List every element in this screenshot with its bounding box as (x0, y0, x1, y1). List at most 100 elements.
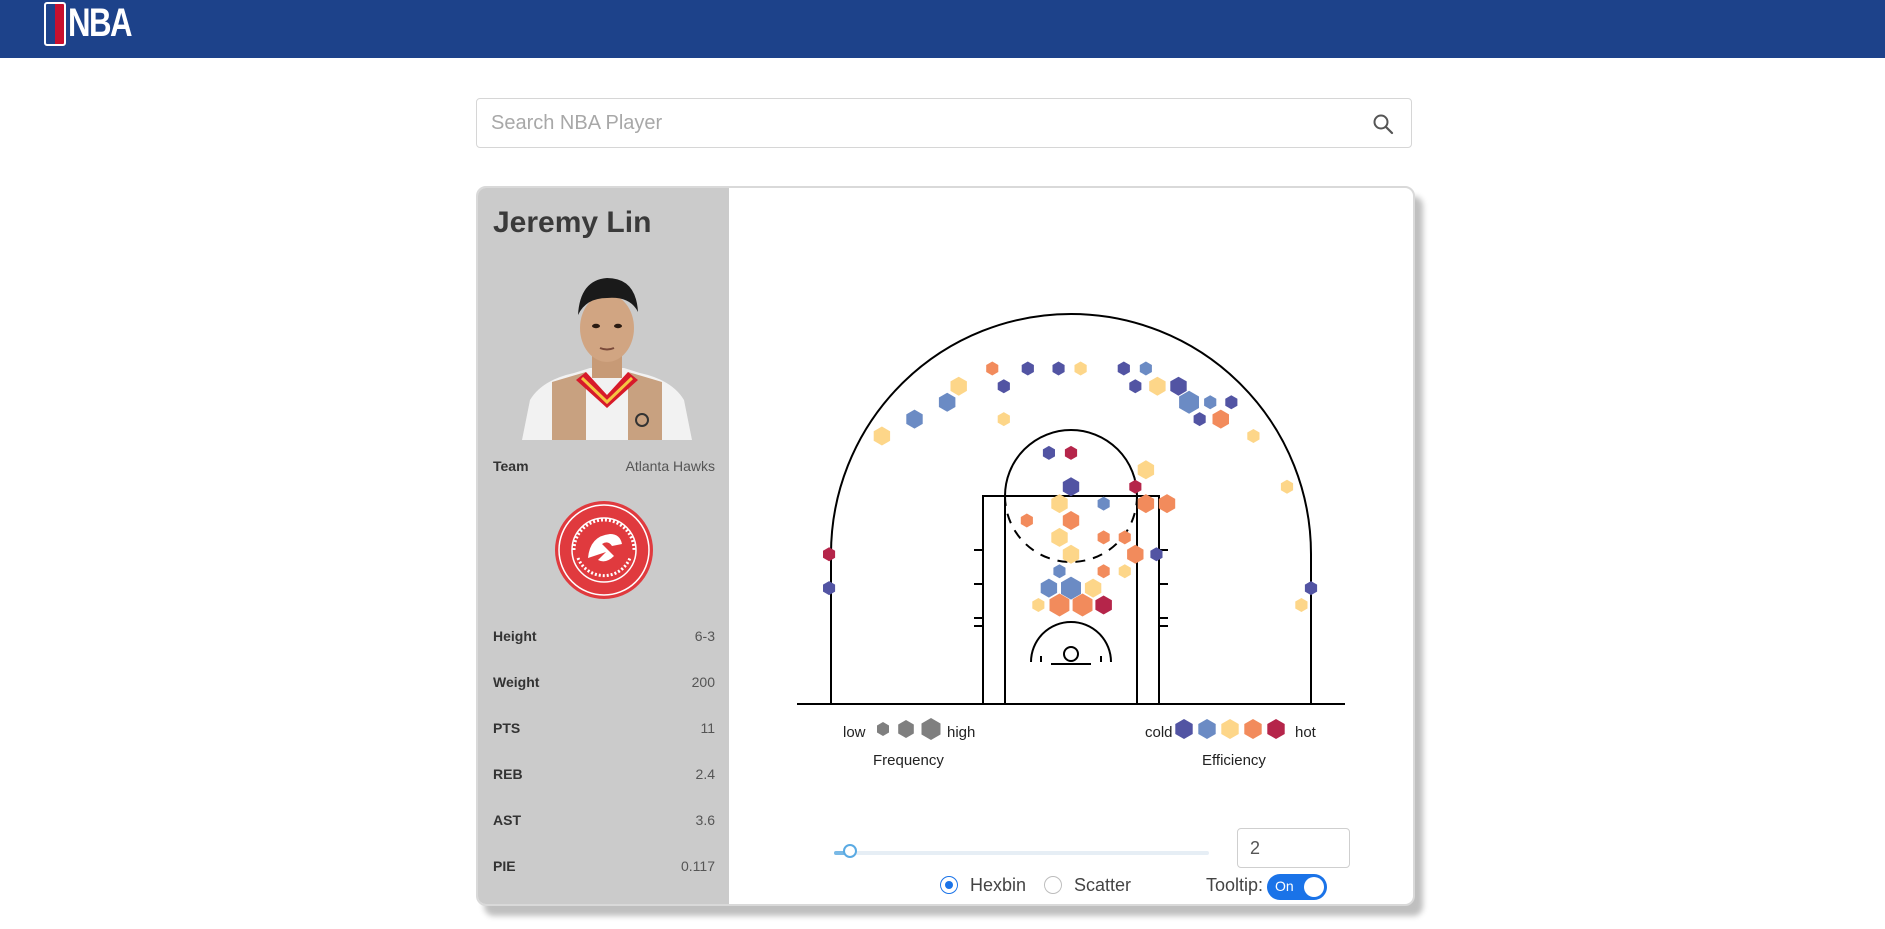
shot-hexbin[interactable] (1304, 581, 1318, 596)
shot-hexbin[interactable] (823, 547, 836, 562)
shot-hexbin[interactable] (1051, 527, 1068, 547)
slider-track[interactable] (834, 851, 1209, 855)
shot-hexbin[interactable] (1127, 544, 1144, 564)
stat-row-ast: AST 3.6 (493, 812, 715, 828)
shot-hexbin[interactable] (1095, 595, 1112, 615)
search-input[interactable] (477, 99, 1385, 147)
team-value[interactable]: Atlanta Hawks (626, 458, 715, 474)
stat-value: 200 (691, 674, 715, 690)
hexbin-layer[interactable] (823, 361, 1318, 617)
freq-large-hex (921, 718, 941, 740)
player-name: Jeremy Lin (493, 206, 652, 239)
shot-hexbin[interactable] (1117, 361, 1130, 376)
shot-hexbin[interactable] (1247, 429, 1260, 443)
restricted-area (1030, 621, 1112, 663)
player-card: Jeremy Lin Team Atlanta Hawks Height 6-3… (476, 186, 1415, 906)
radio-dot[interactable] (1044, 876, 1062, 894)
shot-hexbin[interactable] (1042, 445, 1055, 460)
radio-hexbin-label: Hexbin (970, 875, 1027, 895)
freq-low-label: low (843, 724, 866, 741)
shot-hexbin[interactable] (1053, 564, 1066, 579)
stat-label: Weight (493, 674, 540, 690)
efficiency-legend-hex (1267, 719, 1285, 739)
shot-hexbin[interactable] (1021, 361, 1034, 376)
stat-label: Height (493, 628, 537, 644)
shot-hexbin[interactable] (938, 392, 956, 412)
shot-hexbin[interactable] (1032, 598, 1045, 612)
tooltip-label: Tooltip: (1206, 875, 1264, 895)
shot-hexbin[interactable] (1020, 513, 1033, 528)
shot-hexbin[interactable] (1193, 412, 1206, 427)
efficiency-legend-hex (1221, 719, 1239, 739)
shot-hexbin[interactable] (950, 376, 967, 396)
stat-label: AST (493, 812, 521, 828)
shot-hexbin[interactable] (1137, 460, 1155, 480)
stat-row-height: Height 6-3 (493, 628, 715, 644)
shot-hexbin[interactable] (1074, 361, 1087, 376)
shot-hexbin[interactable] (1129, 379, 1142, 394)
shot-hexbin[interactable] (1052, 361, 1065, 376)
shot-hexbin[interactable] (906, 409, 923, 429)
team-row: Team Atlanta Hawks (493, 458, 715, 474)
shot-chart-svg[interactable]: low high Frequency cold hot Efficiency (731, 188, 1411, 828)
shot-hexbin[interactable] (1139, 361, 1152, 376)
shot-hexbin[interactable] (1118, 530, 1131, 545)
shot-hexbin[interactable] (1295, 598, 1308, 612)
top-nav-bar: NBA (0, 0, 1885, 58)
shot-hexbin[interactable] (1158, 494, 1176, 514)
stat-value: 2.4 (695, 766, 715, 782)
shot-chart-panel: low high Frequency cold hot Efficiency H… (731, 188, 1411, 904)
stat-value: 11 (700, 720, 715, 736)
shot-hexbin[interactable] (1225, 395, 1238, 410)
player-info-panel: Jeremy Lin Team Atlanta Hawks Height 6-3… (478, 188, 729, 904)
stat-row-reb: REB 2.4 (493, 766, 715, 782)
tooltip-toggle[interactable]: On (1267, 874, 1327, 900)
slider-thumb[interactable] (843, 844, 857, 858)
shot-hexbin[interactable] (997, 379, 1010, 394)
stat-row-pts: PTS 11 (493, 720, 715, 736)
radio-scatter-label: Scatter (1074, 875, 1132, 895)
shot-hexbin[interactable] (823, 581, 836, 596)
shot-hexbin[interactable] (1062, 511, 1080, 530)
shot-hexbin[interactable] (1280, 479, 1294, 494)
shot-hexbin[interactable] (1040, 578, 1058, 598)
nba-logo[interactable]: NBA (44, 0, 132, 48)
stat-value: 6-3 (694, 628, 715, 644)
radio-dot[interactable] (940, 876, 958, 894)
shot-hexbin[interactable] (1084, 578, 1102, 598)
shot-hexbin[interactable] (1097, 496, 1110, 511)
toggle-knob (1304, 877, 1324, 897)
stat-row-weight: Weight 200 (493, 674, 715, 690)
eff-title: Efficiency (1202, 752, 1266, 769)
shot-hexbin[interactable] (1097, 564, 1110, 579)
shot-hexbin[interactable] (1170, 376, 1187, 396)
shot-hexbin[interactable] (1064, 445, 1078, 460)
eff-cold-label: cold (1145, 724, 1173, 741)
shot-hexbin[interactable] (1204, 395, 1217, 410)
hoop (1063, 646, 1079, 662)
eff-hot-label: hot (1295, 724, 1317, 741)
stat-value: 3.6 (695, 812, 715, 828)
shot-hexbin[interactable] (1129, 479, 1142, 494)
bin-size-input[interactable] (1237, 828, 1350, 868)
shot-hexbin[interactable] (873, 426, 891, 446)
shot-hexbin[interactable] (1062, 477, 1080, 497)
hawks-team-logo (555, 501, 653, 599)
shot-hexbin[interactable] (1179, 390, 1199, 414)
stat-label: REB (493, 766, 523, 782)
team-label: Team (493, 458, 529, 474)
search-icon[interactable] (1371, 112, 1395, 136)
shot-hexbin[interactable] (1212, 409, 1230, 429)
shot-hexbin[interactable] (1097, 530, 1110, 545)
efficiency-legend-hex (1198, 719, 1216, 739)
shot-hexbin[interactable] (997, 412, 1010, 427)
logo-text: NBA (68, 1, 132, 45)
logoman-icon (44, 2, 66, 46)
shot-hexbin[interactable] (1149, 376, 1166, 396)
freq-medium-hex (898, 720, 914, 738)
bin-size-slider[interactable] (834, 844, 1209, 858)
efficiency-legend: cold hot Efficiency (1145, 719, 1317, 769)
shot-hexbin[interactable] (986, 361, 999, 376)
frequency-legend: low high Frequency (843, 718, 975, 769)
shot-hexbin[interactable] (1118, 564, 1131, 579)
